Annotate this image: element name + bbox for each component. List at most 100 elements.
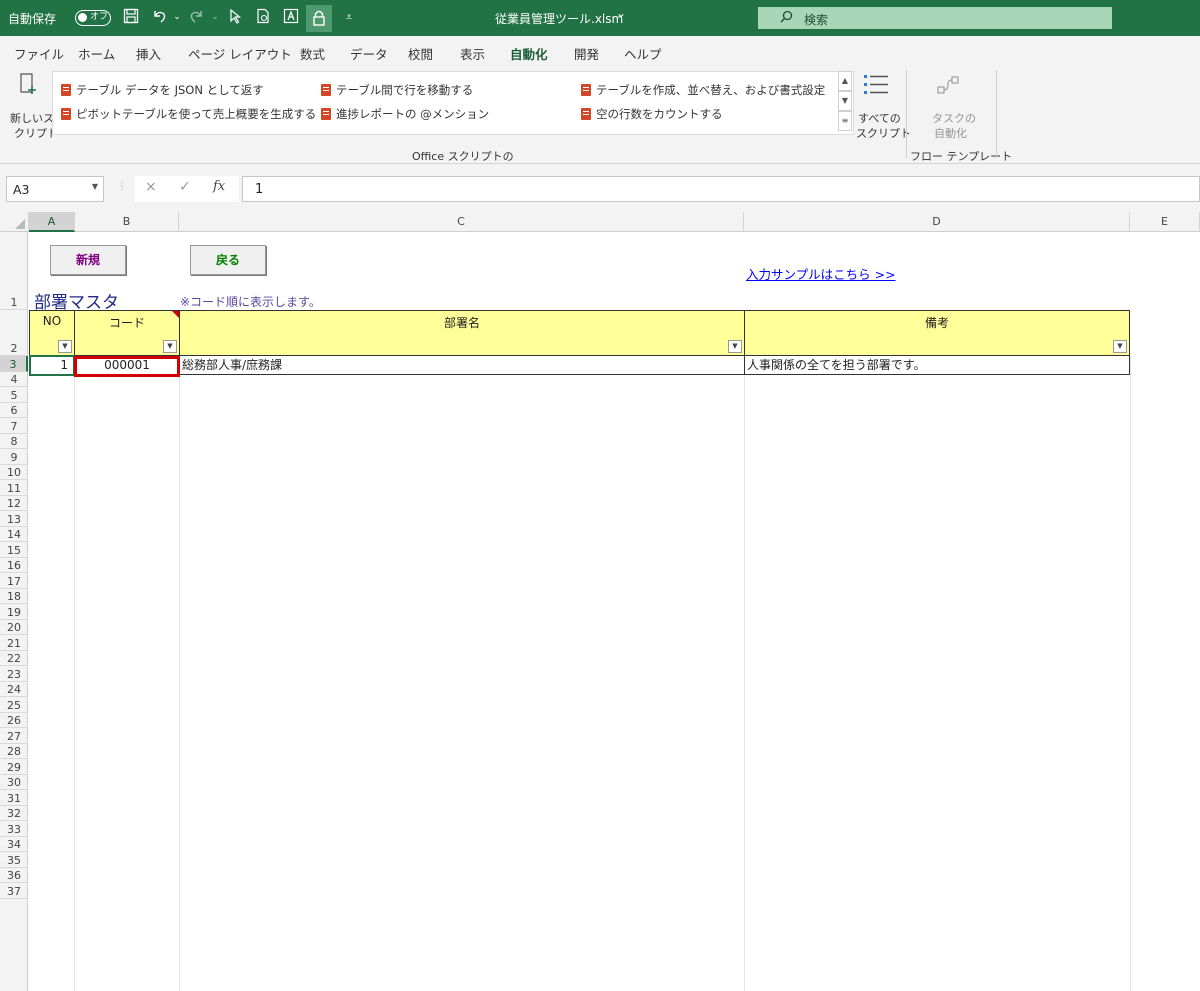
filter-dropdown-icon[interactable]: ▼	[58, 340, 72, 353]
select-all-button[interactable]	[0, 212, 29, 232]
row-header-34[interactable]: 34	[0, 837, 28, 852]
task-automation-button[interactable]: タスクの 自動化	[920, 70, 980, 140]
row-header-8[interactable]: 8	[0, 434, 28, 449]
filter-dropdown-icon[interactable]: ▼	[728, 340, 742, 353]
tab-insert[interactable]: 挿入	[136, 44, 161, 63]
chevron-down-icon[interactable]: ▼	[92, 182, 98, 191]
row-header-20[interactable]: 20	[0, 620, 28, 635]
row-header-4[interactable]: 4	[0, 372, 28, 387]
tab-home[interactable]: ホーム	[78, 44, 115, 63]
row-header-28[interactable]: 28	[0, 744, 28, 759]
save-icon[interactable]	[122, 8, 140, 26]
select-objects-icon[interactable]	[226, 8, 244, 26]
script-item-json[interactable]: テーブル データを JSON として返す	[61, 82, 264, 98]
row-header-29[interactable]: 29	[0, 759, 28, 775]
filter-dropdown-icon[interactable]: ▼	[1113, 340, 1127, 353]
tab-developer[interactable]: 開発	[574, 44, 599, 63]
all-scripts-button[interactable]: すべての スクリプト	[854, 70, 911, 140]
row-header-9[interactable]: 9	[0, 449, 28, 465]
text-box-icon[interactable]	[282, 8, 300, 26]
script-item-move-rows[interactable]: テーブル間で行を移動する	[321, 82, 473, 98]
row-header-21[interactable]: 21	[0, 635, 28, 651]
row-header-13[interactable]: 13	[0, 511, 28, 527]
row-header-3[interactable]: 3	[0, 356, 28, 372]
row-header-19[interactable]: 19	[0, 604, 28, 620]
customize-toolbar-icon[interactable]: ⩡	[340, 8, 358, 26]
cancel-icon[interactable]: ×	[145, 179, 157, 195]
gallery-more-icon[interactable]: ≡	[838, 111, 852, 131]
enter-icon[interactable]: ✓	[179, 179, 191, 195]
new-button[interactable]: 新規	[50, 245, 126, 275]
row-header-16[interactable]: 16	[0, 558, 28, 573]
row-header-27[interactable]: 27	[0, 728, 28, 744]
row-header-26[interactable]: 26	[0, 713, 28, 728]
header-dept-name-label: 部署名	[443, 316, 480, 330]
cell-d3[interactable]: 人事関係の全てを担う部署です。	[744, 356, 1130, 375]
row-header-5[interactable]: 5	[0, 387, 28, 403]
formula-input[interactable]: 1	[242, 176, 1200, 202]
gallery-scroll-down-icon[interactable]: ▼	[838, 91, 852, 111]
insert-function-icon[interactable]: fx	[213, 179, 225, 194]
row-header-23[interactable]: 23	[0, 666, 28, 682]
script-label: テーブル間で行を移動する	[336, 83, 474, 97]
row-header-31[interactable]: 31	[0, 790, 28, 806]
header-dept-name: 部署名 ▼	[179, 310, 745, 356]
script-item-pivot[interactable]: ピボットテーブルを使って売上概要を生成する	[61, 106, 316, 122]
name-box[interactable]: A3 ▼	[6, 176, 104, 202]
script-item-mention[interactable]: 進捗レポートの @メンション	[321, 106, 489, 122]
row-header-30[interactable]: 30	[0, 775, 28, 790]
tab-formulas[interactable]: 数式	[300, 44, 325, 63]
tab-page-layout[interactable]: ページ レイアウト	[188, 44, 292, 63]
search-box[interactable]: 検索	[758, 7, 1112, 29]
redo-icon[interactable]	[188, 8, 206, 26]
row-header-1[interactable]: 1	[0, 232, 28, 310]
tab-automate[interactable]: 自動化	[510, 44, 548, 70]
gallery-scroll-up-icon[interactable]: ▲	[838, 71, 852, 91]
input-sample-link[interactable]: 入力サンプルはこちら >>	[746, 264, 896, 283]
row-header-22[interactable]: 22	[0, 651, 28, 666]
tab-help[interactable]: ヘルプ	[624, 44, 662, 63]
filter-dropdown-icon[interactable]: ▼	[163, 340, 177, 353]
row-header-33[interactable]: 33	[0, 821, 28, 837]
row-header-6[interactable]: 6	[0, 403, 28, 418]
row-header-12[interactable]: 12	[0, 496, 28, 511]
row-header-32[interactable]: 32	[0, 806, 28, 821]
undo-icon[interactable]	[150, 8, 168, 26]
lock-button[interactable]	[306, 5, 332, 32]
column-header-e[interactable]: E	[1130, 212, 1200, 232]
autosave-toggle[interactable]: オフ	[75, 10, 111, 26]
column-header-c[interactable]: C	[179, 212, 744, 232]
formula-value: 1	[255, 182, 264, 197]
column-header-d[interactable]: D	[744, 212, 1130, 232]
row-header-35[interactable]: 35	[0, 852, 28, 868]
tab-file[interactable]: ファイル	[14, 44, 64, 63]
row-header-17[interactable]: 17	[0, 573, 28, 589]
tab-view[interactable]: 表示	[460, 44, 485, 63]
row-header-10[interactable]: 10	[0, 465, 28, 480]
column-header-b[interactable]: B	[75, 212, 179, 232]
filename-chevron-icon[interactable]: ⌄	[616, 6, 626, 20]
row-header-15[interactable]: 15	[0, 542, 28, 558]
row-header-24[interactable]: 24	[0, 682, 28, 697]
row-header-25[interactable]: 25	[0, 697, 28, 713]
row-header-7[interactable]: 7	[0, 418, 28, 434]
tab-data[interactable]: データ	[350, 44, 388, 63]
row-header-11[interactable]: 11	[0, 480, 28, 496]
autosave-label: 自動保存	[8, 12, 57, 26]
row-header-37[interactable]: 37	[0, 883, 28, 899]
script-item-create-table[interactable]: テーブルを作成、並べ替え、および書式設定	[581, 82, 825, 98]
ribbon-separator	[996, 70, 997, 158]
row-header-14[interactable]: 14	[0, 527, 28, 542]
undo-dropdown-icon[interactable]: ⌄	[168, 8, 186, 26]
back-button[interactable]: 戻る	[190, 245, 266, 275]
row-header-18[interactable]: 18	[0, 589, 28, 604]
new-script-button[interactable]: 新しいス クリプト	[4, 70, 58, 140]
column-header-a[interactable]: A	[29, 212, 75, 232]
document-icon[interactable]	[254, 8, 272, 26]
row-header-36[interactable]: 36	[0, 868, 28, 883]
cell-c3[interactable]: 総務部人事/庶務課	[179, 356, 745, 375]
script-item-count-rows[interactable]: 空の行数をカウントする	[581, 106, 723, 122]
row-header-2[interactable]: 2	[0, 310, 28, 356]
redo-dropdown-icon[interactable]: ⌄	[206, 8, 224, 26]
tab-review[interactable]: 校閲	[408, 44, 433, 63]
